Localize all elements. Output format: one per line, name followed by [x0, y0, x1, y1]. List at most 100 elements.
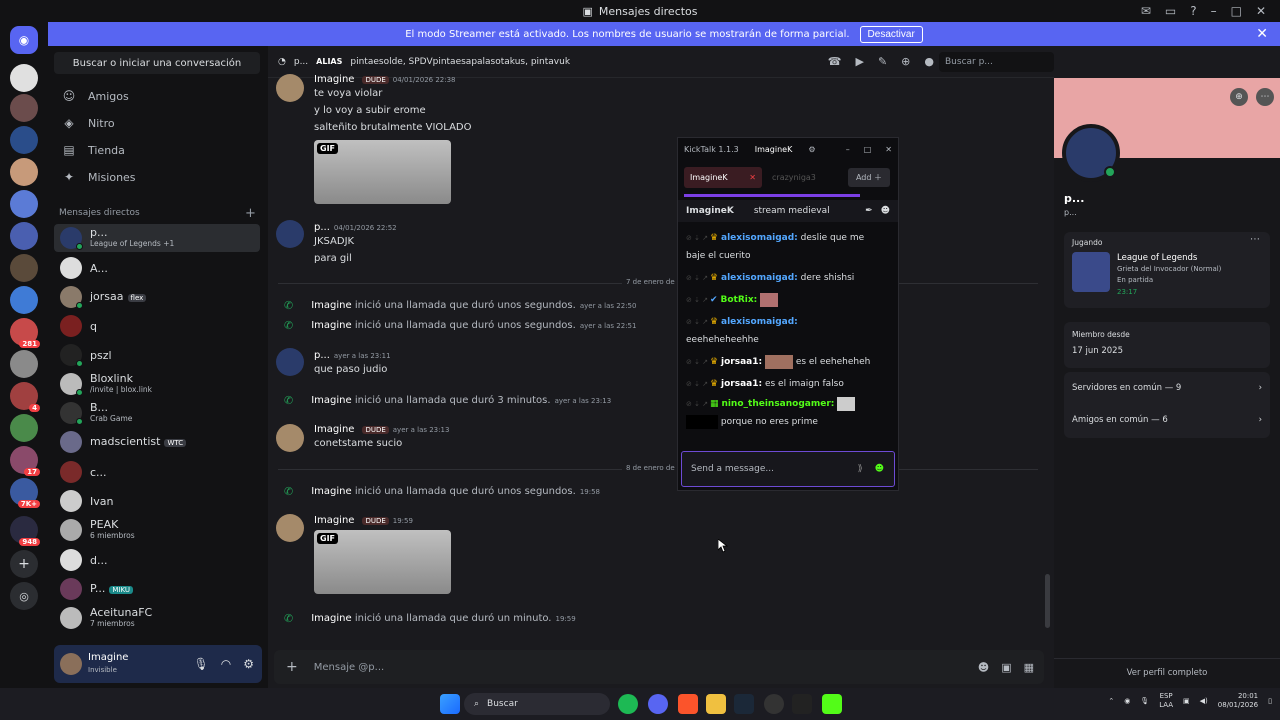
dm-item[interactable]: A...	[54, 254, 260, 282]
author[interactable]: Imagine	[314, 74, 354, 85]
inbox-icon[interactable]: ✉	[1141, 4, 1151, 18]
gift-icon[interactable]: ▦	[1024, 661, 1034, 674]
emote-picker-icon[interactable]: ☻	[875, 464, 884, 474]
language-indicator[interactable]: ESP LAA	[1159, 692, 1173, 710]
dm-item[interactable]: q	[54, 312, 260, 340]
settings-icon[interactable]: ⚙	[243, 657, 254, 671]
discord-icon[interactable]	[648, 694, 668, 714]
server-icon[interactable]	[10, 350, 38, 378]
avatar[interactable]	[276, 74, 304, 102]
dm-item[interactable]: Bloxlink/invite | blox.link	[54, 370, 260, 398]
chat-search-input[interactable]: Buscar p...	[939, 52, 1054, 72]
dm-item[interactable]: AceitunaFC 7 miembros	[54, 604, 260, 632]
nav-nitro[interactable]: ◈ Nitro	[56, 111, 260, 135]
more-icon[interactable]: ⋯	[1256, 88, 1274, 106]
attach-icon[interactable]: +	[286, 659, 298, 675]
server-folder[interactable]: 948	[10, 516, 40, 546]
server-icon[interactable]	[10, 286, 38, 314]
close-button[interactable]: ✕	[885, 145, 892, 154]
mutual-servers[interactable]: Servidores en común — 9 ›	[1064, 372, 1270, 404]
mod-icon[interactable]: ✒	[865, 206, 873, 216]
chevron-up-icon[interactable]: ⌃	[1108, 697, 1114, 705]
spotify-icon[interactable]	[618, 694, 638, 714]
server-folder[interactable]: 7K+	[10, 478, 40, 508]
mutual-friends[interactable]: Amigos en común — 6 ›	[1064, 404, 1270, 436]
dm-item[interactable]: B... Crab Game	[54, 399, 260, 427]
mic-tray-icon[interactable]: 🎙	[1140, 697, 1149, 705]
dm-item[interactable]: p... League of Legends +1	[54, 224, 260, 252]
kicktalk-user[interactable]: ImagineK	[755, 145, 793, 154]
author[interactable]: p...	[314, 350, 330, 361]
minimize-button[interactable]: –	[846, 145, 850, 154]
server-icon[interactable]: 17	[10, 446, 40, 476]
folder-icon[interactable]	[706, 694, 726, 714]
add-server-icon[interactable]: +	[10, 550, 38, 578]
profile-toggle-icon[interactable]: ●	[924, 55, 934, 68]
server-icon[interactable]: 4	[10, 382, 40, 412]
avatar[interactable]	[276, 348, 304, 376]
user-icon[interactable]: ☻	[881, 206, 890, 216]
help-icon[interactable]: ?	[1190, 4, 1196, 18]
voice-call-icon[interactable]: ☎	[828, 55, 842, 68]
gif-embed[interactable]: GIF	[314, 140, 451, 204]
close-tab-icon[interactable]: ✕	[749, 173, 756, 182]
author[interactable]: Imagine	[314, 515, 354, 526]
server-icon[interactable]	[10, 254, 38, 282]
app-tray-icon[interactable]: ◉	[1124, 697, 1130, 705]
author[interactable]: Imagine	[314, 424, 354, 435]
gif-embed[interactable]: GIF	[314, 530, 451, 594]
nav-friends[interactable]: ☺ Amigos	[56, 84, 260, 108]
dm-item[interactable]: PEAK 6 miembros	[54, 516, 260, 544]
clock[interactable]: 20:01 08/01/2026	[1218, 692, 1258, 710]
epic-icon[interactable]	[792, 694, 812, 714]
view-full-profile-link[interactable]: Ver perfil completo	[1054, 668, 1280, 678]
server-icon[interactable]	[10, 190, 38, 218]
dm-item[interactable]: jorsaa flex	[54, 283, 260, 311]
author[interactable]: p...	[314, 222, 330, 233]
find-conversation-button[interactable]: Buscar o iniciar una conversación	[54, 52, 260, 74]
microphone-icon[interactable]: 🎙	[194, 657, 209, 671]
nav-shop[interactable]: ▤ Tienda	[56, 138, 260, 162]
discord-home-icon[interactable]: ◉	[10, 26, 38, 54]
message-input[interactable]: Mensaje @p...	[314, 662, 384, 673]
taskbar-search[interactable]: ⌕ Buscar	[464, 693, 610, 715]
video-call-icon[interactable]: ▶	[855, 55, 863, 68]
dm-item[interactable]: d...	[54, 546, 260, 574]
app-icon[interactable]	[764, 694, 784, 714]
minimize-button[interactable]: –	[1211, 4, 1217, 18]
dm-item[interactable]: madscientist WTC	[54, 428, 260, 456]
disable-streamer-button[interactable]: Desactivar	[859, 25, 923, 43]
screen-icon[interactable]: ▭	[1165, 4, 1176, 18]
pin-icon[interactable]: ✎	[878, 55, 887, 68]
channel-tab[interactable]: ImagineK ✕	[684, 166, 762, 188]
server-icon[interactable]	[10, 94, 38, 122]
kick-icon[interactable]	[822, 694, 842, 714]
sticker-icon[interactable]: ▣	[1001, 661, 1011, 674]
chat-scrollbar[interactable]	[1045, 574, 1050, 628]
create-dm-icon[interactable]: +	[245, 206, 256, 221]
network-icon[interactable]: ▣	[1183, 697, 1190, 705]
server-icon[interactable]: 281	[10, 318, 40, 348]
channel-tab[interactable]: crazyniga3	[772, 173, 816, 182]
avatar[interactable]	[276, 220, 304, 248]
headphones-icon[interactable]: ◠	[221, 657, 231, 671]
avatar[interactable]	[276, 514, 304, 542]
more-icon[interactable]: ⋯	[1250, 234, 1260, 245]
dm-item[interactable]: pszl	[54, 341, 260, 369]
avatar[interactable]	[276, 424, 304, 452]
maximize-button[interactable]: □	[1231, 4, 1242, 18]
server-icon[interactable]	[10, 64, 38, 92]
steam-icon[interactable]	[734, 694, 754, 714]
server-icon[interactable]	[10, 222, 38, 250]
explore-icon[interactable]: ◎	[10, 582, 38, 610]
add-friend-icon[interactable]: ⊕	[901, 55, 910, 68]
notifications-icon[interactable]: ▯	[1268, 697, 1272, 705]
server-icon[interactable]	[10, 158, 38, 186]
kicktalk-send-input[interactable]: Send a message... ⟫ ☻	[681, 451, 895, 487]
avatar[interactable]	[60, 653, 82, 675]
close-banner-icon[interactable]: ✕	[1256, 26, 1268, 42]
add-friend-icon[interactable]: ⊕	[1230, 88, 1248, 106]
close-window-button[interactable]: ✕	[1256, 4, 1266, 18]
volume-icon[interactable]: ◀)	[1200, 697, 1208, 705]
server-icon[interactable]	[10, 414, 38, 442]
